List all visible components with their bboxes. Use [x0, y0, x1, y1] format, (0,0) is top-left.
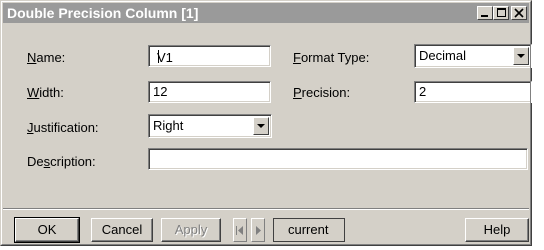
- description-input[interactable]: [148, 148, 528, 170]
- ok-button[interactable]: OK: [14, 217, 80, 243]
- minimize-icon: [481, 15, 488, 17]
- window-title: Double Precision Column [1]: [7, 5, 199, 21]
- justification-label: Justification:: [27, 120, 99, 135]
- title-bar[interactable]: Double Precision Column [1]: [3, 3, 529, 23]
- width-input[interactable]: 12: [148, 81, 271, 103]
- name-input[interactable]: V1: [148, 45, 271, 67]
- width-label: Width:: [27, 85, 64, 100]
- previous-record-button[interactable]: [233, 218, 247, 242]
- cancel-button[interactable]: Cancel: [91, 218, 153, 242]
- format-type-select[interactable]: Decimal: [414, 44, 532, 68]
- justification-dropdown-button[interactable]: [253, 117, 269, 135]
- dialog-window: Double Precision Column [1] Name: V1 Wid…: [0, 0, 532, 246]
- close-icon: [514, 8, 524, 18]
- record-indicator: current: [273, 218, 345, 242]
- chevron-down-icon: [517, 54, 525, 58]
- precision-input[interactable]: 2: [414, 81, 532, 103]
- format-type-dropdown-button[interactable]: [513, 47, 529, 65]
- next-record-icon: [256, 226, 261, 235]
- maximize-button[interactable]: [493, 6, 509, 20]
- text-caret: [158, 50, 159, 63]
- description-label: Description:: [27, 154, 96, 169]
- close-button[interactable]: [511, 6, 527, 20]
- next-record-button[interactable]: [251, 218, 265, 242]
- apply-button[interactable]: Apply: [161, 218, 221, 242]
- name-label: Name:: [27, 50, 66, 65]
- justification-select[interactable]: Right: [148, 114, 272, 138]
- chevron-down-icon: [257, 124, 265, 128]
- maximize-icon: [497, 8, 506, 17]
- precision-label: Precision:: [293, 85, 351, 100]
- minimize-button[interactable]: [477, 6, 493, 20]
- button-bar-separator: [3, 208, 529, 210]
- help-button[interactable]: Help: [465, 218, 529, 242]
- first-record-icon: [236, 226, 243, 235]
- format-type-label: Format Type:: [293, 50, 370, 65]
